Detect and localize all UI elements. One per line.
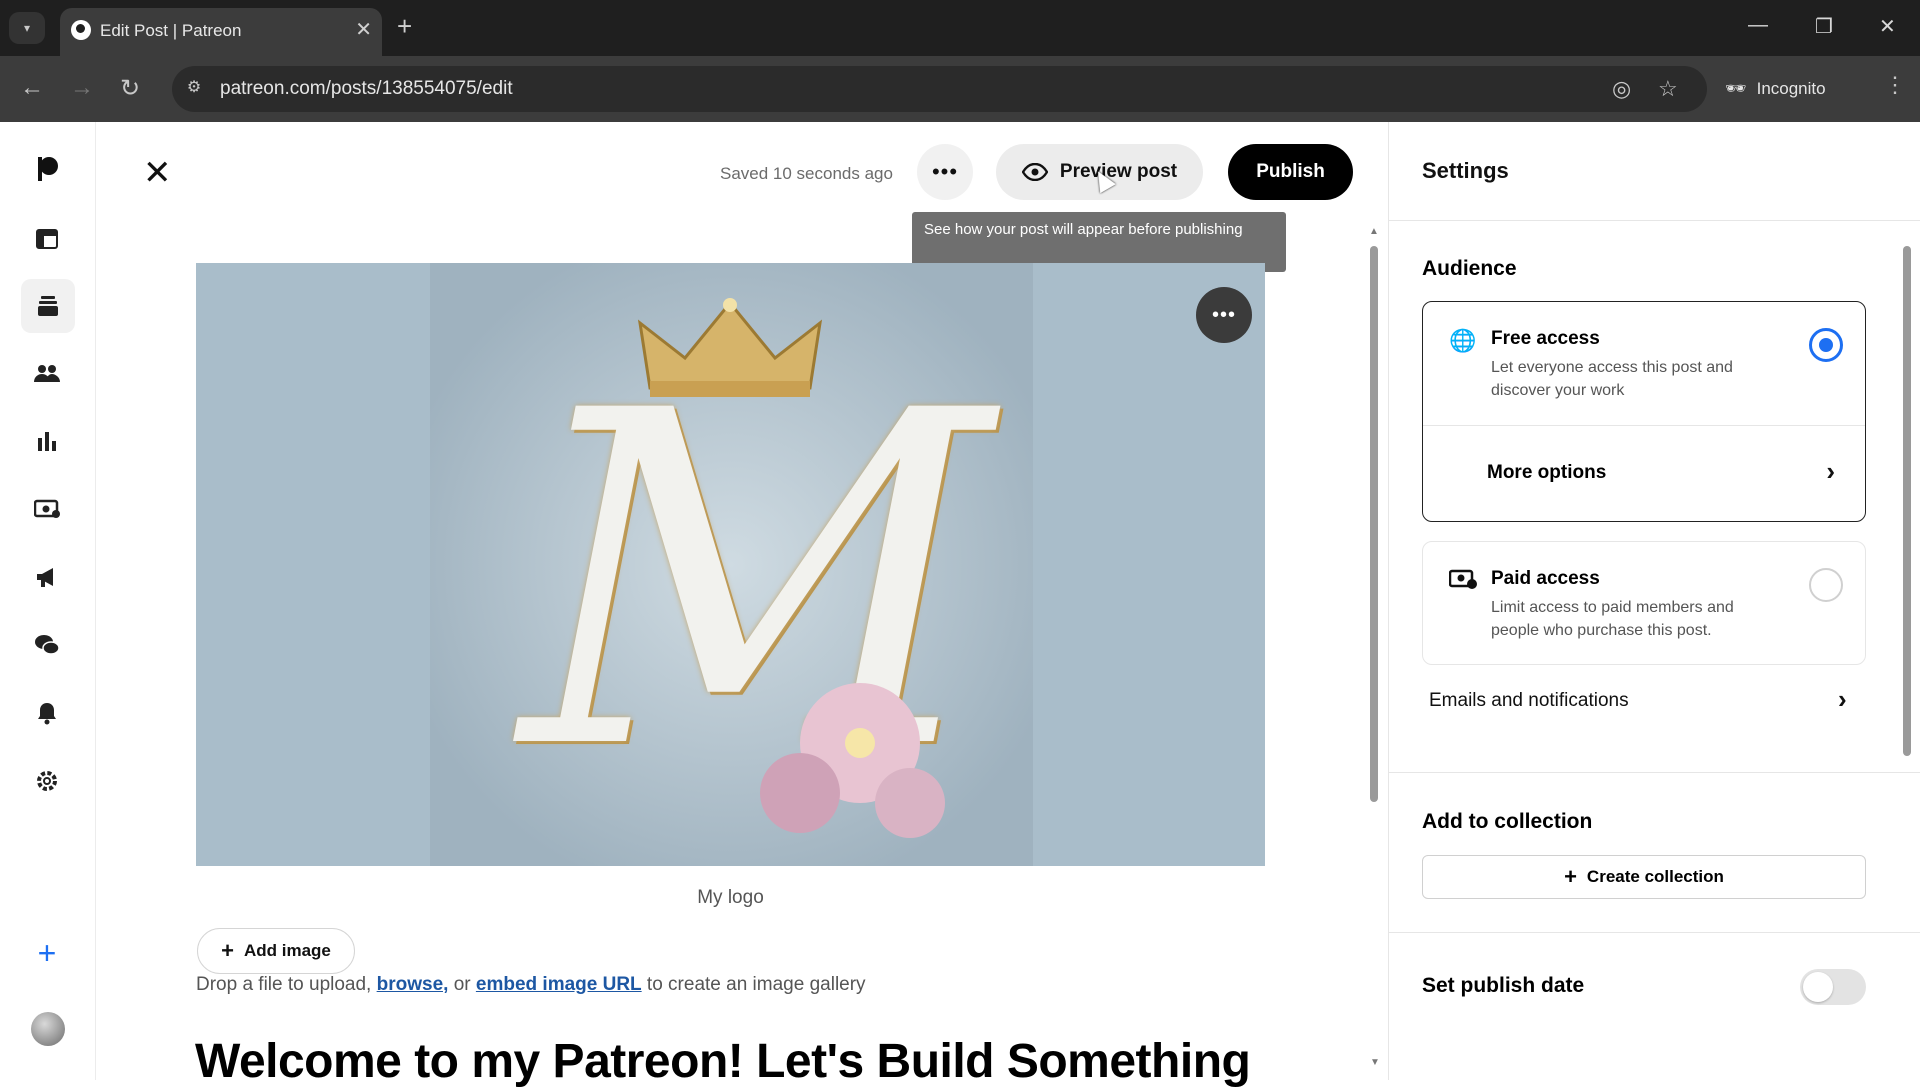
- promotions-icon[interactable]: [30, 560, 64, 594]
- paid-money-icon: [1448, 568, 1477, 594]
- settings-scrollbar-thumb[interactable]: [1903, 246, 1911, 756]
- notifications-icon[interactable]: [30, 696, 64, 730]
- embed-image-url-link[interactable]: embed image URL: [476, 974, 642, 995]
- eye-off-icon[interactable]: ◎: [1612, 76, 1631, 102]
- free-access-name: Free access: [1491, 328, 1600, 349]
- insights-icon[interactable]: [30, 424, 64, 458]
- scroll-down-icon[interactable]: ▼: [1370, 1057, 1380, 1068]
- free-access-option[interactable]: 🌐 Free access Let everyone access this p…: [1423, 302, 1865, 426]
- free-access-description: Let everyone access this post and discov…: [1491, 359, 1733, 399]
- add-image-button[interactable]: + Add image: [197, 928, 355, 974]
- more-options-button[interactable]: More options ›: [1423, 426, 1865, 521]
- image-caption[interactable]: My logo: [196, 887, 1265, 909]
- upload-hint: Drop a file to upload, browse, or embed …: [196, 974, 866, 996]
- close-editor-button[interactable]: ✕: [143, 156, 172, 190]
- create-plus-icon[interactable]: +: [30, 935, 64, 971]
- free-access-radio[interactable]: [1809, 328, 1843, 362]
- reload-icon[interactable]: ↻: [120, 74, 140, 103]
- plus-icon: +: [1564, 864, 1577, 889]
- minimize-button[interactable]: —: [1748, 14, 1768, 37]
- settings-icon[interactable]: [30, 764, 64, 798]
- upload-hint-suffix: to create an image gallery: [641, 974, 866, 995]
- divider: [1389, 772, 1920, 773]
- add-image-label: Add image: [243, 941, 331, 960]
- audience-options: 🌐 Free access Let everyone access this p…: [1422, 301, 1866, 522]
- more-actions-button[interactable]: •••: [917, 144, 973, 200]
- post-image[interactable]: M •••: [196, 263, 1265, 866]
- create-collection-label: Create collection: [1586, 867, 1724, 886]
- paid-access-name: Paid access: [1491, 568, 1600, 589]
- divider: [1389, 932, 1920, 933]
- chevron-right-icon[interactable]: ›: [1838, 684, 1847, 715]
- patreon-favicon-icon: [71, 20, 91, 40]
- patreon-editor: + ✕ Saved 10 seconds ago ••• Preview pos…: [0, 122, 1920, 1088]
- bookmark-star-icon[interactable]: ☆: [1658, 76, 1678, 102]
- divider: [1389, 220, 1920, 221]
- tab-search-button[interactable]: ▾: [9, 12, 45, 44]
- browse-link[interactable]: browse,: [377, 974, 449, 995]
- tab-close-button[interactable]: ✕: [355, 17, 372, 42]
- left-navigation: +: [0, 122, 96, 1080]
- create-collection-button[interactable]: + Create collection: [1422, 855, 1866, 899]
- incognito-badge[interactable]: 🕶 Incognito: [1725, 69, 1826, 109]
- post-title-input[interactable]: Welcome to my Patreon! Let's Build Somet…: [195, 1034, 1251, 1089]
- forward-arrow-icon[interactable]: →: [70, 74, 94, 102]
- preview-post-label: Preview post: [1059, 161, 1178, 182]
- publish-date-toggle[interactable]: [1800, 969, 1866, 1005]
- set-publish-date-label: Set publish date: [1422, 974, 1585, 997]
- patreon-logo-icon[interactable]: [30, 152, 64, 186]
- back-arrow-icon[interactable]: ←: [20, 74, 44, 102]
- globe-icon: 🌐: [1449, 328, 1477, 353]
- image-options-button[interactable]: •••: [1196, 287, 1252, 343]
- browser-tab-bar: ▾ Edit Post | Patreon ✕ + — ❐ ✕: [0, 0, 1920, 56]
- audience-icon[interactable]: [30, 356, 64, 390]
- site-info-icon[interactable]: ⚙: [182, 77, 206, 101]
- incognito-icon: 🕶: [1725, 79, 1747, 98]
- address-bar[interactable]: ⚙ patreon.com/posts/138554075/edit ◎ ☆: [172, 66, 1707, 112]
- payouts-icon[interactable]: [30, 492, 64, 526]
- eye-icon: [1021, 163, 1048, 181]
- dashboard-icon[interactable]: [30, 222, 64, 256]
- plus-icon: +: [221, 938, 234, 963]
- logo-artwork: M: [430, 263, 1033, 866]
- avatar[interactable]: [31, 1012, 65, 1046]
- browser-tab[interactable]: Edit Post | Patreon ✕: [60, 8, 382, 56]
- editor-scrollbar-thumb[interactable]: [1370, 246, 1378, 802]
- upload-hint-or: or: [448, 974, 476, 995]
- saved-status: Saved 10 seconds ago: [720, 164, 893, 183]
- restore-button[interactable]: ❐: [1815, 14, 1833, 39]
- editor-scrollbar[interactable]: ▲: [1369, 226, 1379, 814]
- browser-toolbar: ← → ↻ ⚙ patreon.com/posts/138554075/edit…: [0, 56, 1920, 122]
- emails-notifications-button[interactable]: Emails and notifications: [1429, 690, 1629, 712]
- url-text[interactable]: patreon.com/posts/138554075/edit: [220, 78, 513, 100]
- incognito-label: Incognito: [1756, 79, 1826, 98]
- paid-access-radio[interactable]: [1809, 568, 1843, 602]
- flowers-icon: [760, 683, 945, 838]
- settings-title: Settings: [1422, 158, 1509, 183]
- tab-title: Edit Post | Patreon: [100, 21, 242, 40]
- add-to-collection-title: Add to collection: [1422, 810, 1593, 833]
- new-tab-button[interactable]: +: [397, 12, 412, 40]
- settings-panel: Settings Audience 🌐 Free access Let ever…: [1388, 122, 1920, 1080]
- browser-menu-icon[interactable]: ⋮: [1884, 72, 1906, 98]
- upload-hint-prefix: Drop a file to upload,: [196, 974, 377, 995]
- close-window-button[interactable]: ✕: [1879, 14, 1896, 39]
- scroll-up-icon[interactable]: ▲: [1369, 226, 1379, 237]
- chats-icon[interactable]: [30, 628, 64, 662]
- paid-access-description: Limit access to paid members and people …: [1491, 599, 1734, 639]
- settings-scrollbar[interactable]: [1901, 226, 1913, 1086]
- more-options-label: More options: [1487, 462, 1607, 483]
- chevron-right-icon: ›: [1826, 456, 1835, 486]
- library-icon[interactable]: [21, 279, 75, 333]
- publish-button[interactable]: Publish: [1228, 144, 1353, 200]
- audience-title: Audience: [1422, 257, 1517, 280]
- paid-access-option[interactable]: Paid access Limit access to paid members…: [1422, 541, 1866, 665]
